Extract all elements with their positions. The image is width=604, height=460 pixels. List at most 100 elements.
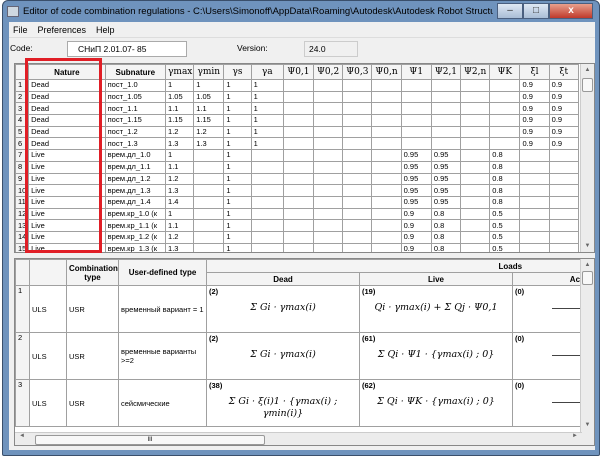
column-header-4[interactable]: γmin	[193, 64, 225, 80]
table-cell[interactable]	[489, 102, 521, 116]
table-cell[interactable]: 0.9	[548, 137, 580, 151]
table-cell[interactable]	[342, 219, 373, 232]
minimize-button[interactable]: –	[497, 3, 523, 19]
table-cell[interactable]: 1	[223, 79, 252, 92]
table-cell[interactable]: 0.9	[548, 102, 580, 116]
combination-type-cell[interactable]: USR	[66, 285, 119, 333]
table-cell[interactable]	[342, 172, 373, 186]
table-cell[interactable]: 1	[165, 207, 195, 221]
table-cell[interactable]	[548, 207, 580, 221]
table-cell[interactable]	[489, 114, 521, 127]
limit-state-cell[interactable]: ULS	[29, 379, 67, 427]
table-cell[interactable]: 1.1	[165, 102, 195, 116]
table-cell[interactable]	[250, 160, 284, 174]
table-cell[interactable]: 1.1	[165, 219, 195, 232]
table-cell[interactable]	[371, 242, 402, 252]
table-cell[interactable]	[519, 242, 550, 252]
menu-help[interactable]: Help	[96, 22, 115, 37]
table-cell[interactable]	[519, 149, 550, 162]
table-cell[interactable]	[548, 172, 580, 186]
table-cell[interactable]	[430, 79, 462, 92]
table-cell[interactable]	[313, 242, 344, 252]
table-cell[interactable]	[400, 79, 432, 92]
table-cell[interactable]	[400, 137, 432, 151]
table-cell[interactable]: 1	[223, 219, 252, 232]
table-cell[interactable]	[519, 230, 550, 244]
table-cell[interactable]	[371, 219, 402, 232]
table-cell[interactable]: 1	[250, 125, 284, 139]
table-cell[interactable]	[371, 184, 402, 197]
table-cell[interactable]	[193, 195, 225, 209]
user-defined-type-cell[interactable]: временные варианты >=2	[118, 332, 207, 380]
table-cell[interactable]: 1	[223, 114, 252, 127]
table-cell[interactable]: 1	[165, 79, 195, 92]
table-cell[interactable]: 0.9	[548, 90, 580, 104]
table-cell[interactable]	[193, 242, 225, 252]
horizontal-scrollbar[interactable]: ◄ III ►	[15, 432, 582, 445]
table-cell[interactable]	[342, 114, 373, 127]
table-cell[interactable]	[460, 79, 491, 92]
table-cell[interactable]	[313, 207, 344, 221]
table-cell[interactable]	[371, 102, 402, 116]
table-cell[interactable]	[342, 137, 373, 151]
table-cell[interactable]: 0.8	[489, 195, 521, 209]
scroll-up-arrow-icon[interactable]: ▲	[581, 259, 594, 271]
live-formula-cell[interactable]: (62) Σ Qi · ΨK · {γmax(i) ; 0}	[359, 379, 513, 427]
table-cell[interactable]	[250, 172, 284, 186]
table-cell[interactable]	[519, 184, 550, 197]
table-cell[interactable]: 1	[223, 172, 252, 186]
table-cell[interactable]: 1.2	[165, 172, 195, 186]
table-cell[interactable]: 0.9	[400, 219, 432, 232]
table-cell[interactable]: 1.3	[165, 184, 195, 197]
table-cell[interactable]	[193, 149, 225, 162]
table-cell[interactable]: пост_1.05	[104, 90, 167, 104]
table-cell[interactable]: 0.95	[430, 195, 462, 209]
table-cell[interactable]	[250, 230, 284, 244]
live-formula-cell[interactable]: (19) Qi · γmax(i) + Σ Qj · Ψ0,1	[359, 285, 513, 333]
table-cell[interactable]: 1	[250, 90, 284, 104]
table-cell[interactable]	[460, 172, 491, 186]
table-cell[interactable]: 1.2	[193, 125, 225, 139]
table-cell[interactable]: 1	[223, 230, 252, 244]
table-cell[interactable]	[313, 219, 344, 232]
dead-header[interactable]: Dead	[206, 272, 360, 286]
combinations-vertical-scrollbar[interactable]: ▲ ▼	[580, 259, 594, 445]
table-cell[interactable]: пост_1.1	[104, 102, 167, 116]
combination-type-cell[interactable]: USR	[66, 332, 119, 380]
table-cell[interactable]: 1.4	[165, 195, 195, 209]
column-header-16[interactable]: ξt	[548, 64, 580, 80]
table-cell[interactable]: 1	[223, 125, 252, 139]
table-cell[interactable]: 1	[250, 102, 284, 116]
table-cell[interactable]	[250, 184, 284, 197]
table-cell[interactable]: 1	[223, 90, 252, 104]
table-cell[interactable]	[342, 149, 373, 162]
table-cell[interactable]: 1.1	[193, 102, 225, 116]
accidental-header[interactable]: Ac	[511, 272, 584, 286]
table-cell[interactable]	[460, 242, 491, 252]
dead-formula-cell[interactable]: (2) Σ Gi · γmax(i)	[206, 285, 360, 333]
table-cell[interactable]	[193, 184, 225, 197]
table-cell[interactable]	[371, 137, 402, 151]
limit-state-cell[interactable]: ULS	[29, 332, 67, 380]
column-header-11[interactable]: Ψ1	[400, 64, 432, 80]
table-cell[interactable]: 1	[223, 207, 252, 221]
table-cell[interactable]: 1.3	[193, 137, 225, 151]
table-cell[interactable]	[460, 149, 491, 162]
column-header-12[interactable]: Ψ2,1	[430, 64, 462, 80]
natures-vertical-scrollbar[interactable]: ▲ ▼	[580, 64, 594, 252]
table-cell[interactable]	[371, 195, 402, 209]
scroll-down-arrow-icon[interactable]: ▼	[581, 240, 594, 252]
column-header-13[interactable]: Ψ2,n	[460, 64, 491, 80]
table-cell[interactable]	[193, 172, 225, 186]
dead-formula-cell[interactable]: (38) Σ Gi · ξ(i)1 · {γmax(i) ; γmin(i)}	[206, 379, 360, 427]
table-cell[interactable]: 0.95	[400, 172, 432, 186]
table-cell[interactable]: врем.дл_1.0	[104, 149, 167, 162]
table-cell[interactable]: врем.кр_1.2 (к	[104, 230, 167, 244]
table-cell[interactable]	[548, 149, 580, 162]
table-cell[interactable]	[460, 195, 491, 209]
column-header-15[interactable]: ξl	[519, 64, 550, 80]
table-cell[interactable]	[371, 160, 402, 174]
table-cell[interactable]	[193, 219, 225, 232]
table-cell[interactable]	[460, 207, 491, 221]
table-cell[interactable]	[548, 160, 580, 174]
